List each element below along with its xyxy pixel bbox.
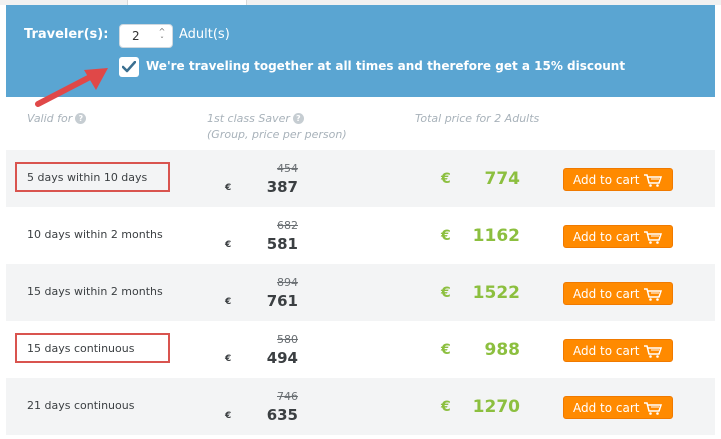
validity-text: 15 days within 2 months (27, 285, 163, 298)
add-to-cart-button[interactable]: Add to cart (563, 168, 673, 191)
table-row: 15 days continuous € 580 494 € 988 Add t… (6, 321, 715, 378)
total-price: 1270 (472, 397, 520, 417)
shopping-cart-icon (644, 288, 662, 301)
saver-price: 387 (266, 178, 298, 196)
together-checkbox[interactable] (119, 57, 139, 77)
old-price: 746 (277, 390, 298, 403)
add-to-cart-label: Add to cart (573, 344, 640, 358)
add-to-cart-label: Add to cart (573, 173, 640, 187)
col-class: 1st class Saver? (207, 112, 304, 125)
stepper-arrows[interactable]: ^ ˇ (156, 27, 168, 45)
adults-label: Adult(s) (179, 27, 230, 42)
total-price: 1162 (472, 226, 520, 246)
currency-symbol: € (225, 183, 232, 193)
together-text: We're traveling together at all times an… (146, 59, 535, 73)
currency-symbol: € (225, 411, 232, 421)
red-pointer-arrow (35, 68, 108, 107)
add-to-cart-label: Add to cart (573, 401, 640, 415)
currency-symbol: € (441, 342, 451, 358)
saver-price: 761 (266, 292, 298, 310)
add-to-cart-label: Add to cart (573, 230, 640, 244)
travelers-value[interactable]: 2 (132, 29, 140, 43)
table-row: 15 days within 2 months € 894 761 € 1522… (6, 264, 715, 321)
total-price: 1522 (472, 283, 520, 303)
old-price: 454 (277, 162, 298, 175)
shopping-cart-icon (644, 231, 662, 244)
currency-symbol: € (441, 399, 451, 415)
col-total: Total price for 2 Adults (415, 112, 540, 125)
col-class-text: 1st class Saver (207, 112, 290, 125)
chevron-up-icon[interactable]: ^ (156, 27, 168, 36)
question-circle-icon[interactable]: ? (75, 113, 87, 124)
add-to-cart-button[interactable]: Add to cart (563, 396, 673, 419)
travelers-stepper[interactable]: 2 ^ ˇ (119, 24, 173, 48)
price-table: 5 days within 10 days € 454 387 € 774 Ad… (6, 150, 715, 435)
old-price: 894 (277, 276, 298, 289)
add-to-cart-button[interactable]: Add to cart (563, 339, 673, 362)
shopping-cart-icon (644, 174, 662, 187)
validity-text: 21 days continuous (27, 399, 135, 412)
col-class-sub: (Group, price per person) (207, 128, 347, 141)
validity-text: 5 days within 10 days (27, 171, 148, 184)
discount-text: 15% discount (534, 59, 626, 73)
old-price: 580 (277, 333, 298, 346)
currency-symbol: € (225, 354, 232, 364)
currency-symbol: € (441, 228, 451, 244)
currency-symbol: € (441, 285, 451, 301)
chevron-down-icon[interactable]: ˇ (156, 36, 168, 45)
add-to-cart-button[interactable]: Add to cart (563, 282, 673, 305)
travelers-label: Traveler(s): (24, 27, 109, 42)
shopping-cart-icon (644, 345, 662, 358)
table-row: 10 days within 2 months € 682 581 € 1162… (6, 207, 715, 264)
add-to-cart-label: Add to cart (573, 287, 640, 301)
saver-price: 635 (266, 406, 298, 424)
col-valid-for-text: Valid for (27, 112, 73, 125)
saver-price: 581 (266, 235, 298, 253)
currency-symbol: € (225, 240, 232, 250)
validity-text: 10 days within 2 months (27, 228, 163, 241)
validity-text: 15 days continuous (27, 342, 135, 355)
table-row: 21 days continuous € 746 635 € 1270 Add … (6, 378, 715, 435)
add-to-cart-button[interactable]: Add to cart (563, 225, 673, 248)
total-price: 774 (484, 169, 521, 189)
currency-symbol: € (441, 171, 451, 187)
shopping-cart-icon (644, 402, 662, 415)
table-row: 5 days within 10 days € 454 387 € 774 Ad… (6, 150, 715, 207)
saver-price: 494 (266, 349, 298, 367)
currency-symbol: € (225, 297, 232, 307)
question-circle-icon[interactable]: ? (292, 113, 304, 124)
old-price: 682 (277, 219, 298, 232)
check-icon (122, 61, 136, 73)
total-price: 988 (484, 340, 521, 360)
col-valid-for: Valid for? (27, 112, 87, 125)
together-label[interactable]: We're traveling together at all times an… (146, 59, 625, 73)
